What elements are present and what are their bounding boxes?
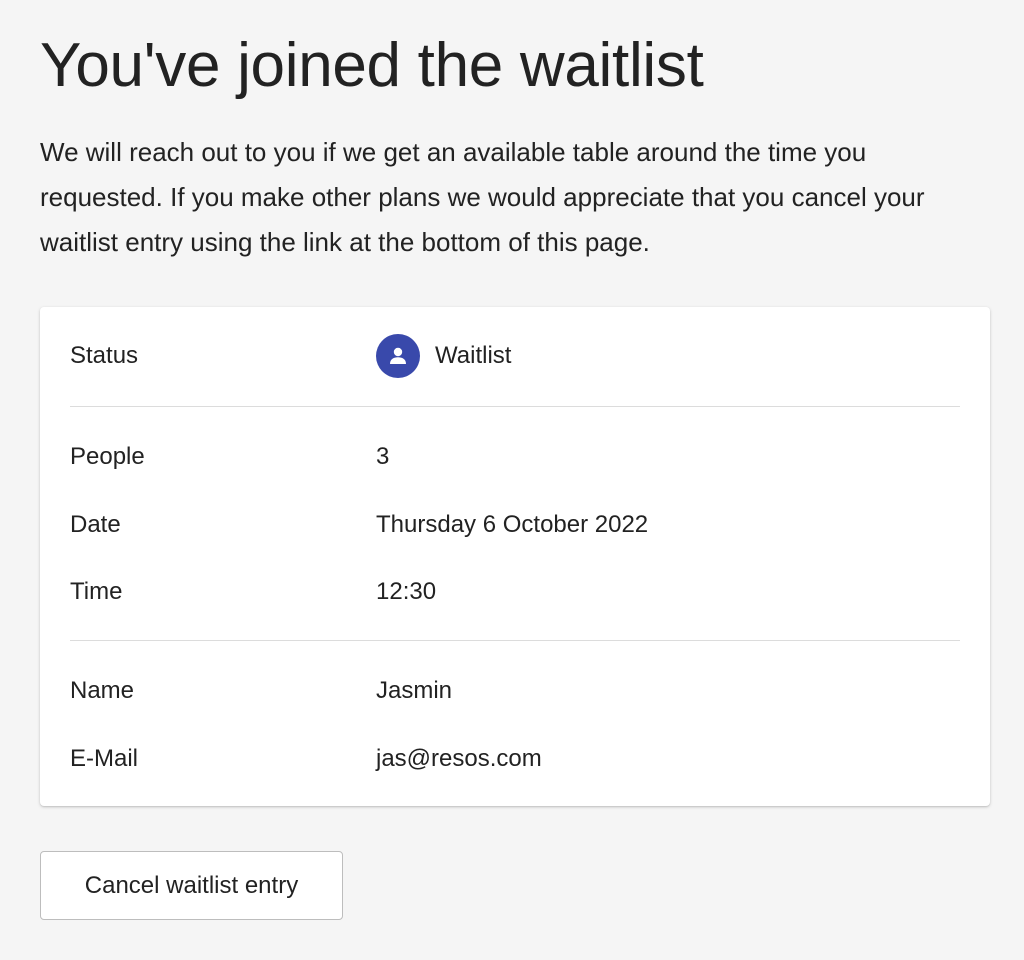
people-value: 3	[376, 443, 390, 470]
people-label: People	[70, 443, 145, 470]
time-value: 12:30	[376, 578, 437, 605]
status-row: Status Waitlist	[70, 334, 960, 378]
email-label: E-Mail	[70, 745, 139, 772]
people-row: People 3	[70, 437, 960, 477]
booking-details-card: Status Waitlist People 3 Date Thursday 6…	[40, 307, 990, 806]
name-label: Name	[70, 677, 135, 704]
name-value: Jasmin	[376, 677, 453, 704]
time-label: Time	[70, 578, 123, 605]
date-row: Date Thursday 6 October 2022	[70, 505, 960, 545]
cancel-waitlist-button[interactable]: Cancel waitlist entry	[40, 851, 343, 920]
time-row: Time 12:30	[70, 572, 960, 612]
date-value: Thursday 6 October 2022	[376, 511, 649, 538]
divider	[70, 406, 960, 407]
status-value: Waitlist	[376, 334, 511, 378]
status-text: Waitlist	[435, 342, 512, 369]
date-label: Date	[70, 511, 121, 538]
name-row: Name Jasmin	[70, 671, 960, 711]
status-label: Status	[70, 342, 139, 369]
intro-text: We will reach out to you if we get an av…	[40, 137, 925, 257]
email-value: jas@resos.com	[376, 745, 542, 772]
page-title: You've joined the waitlist	[40, 31, 704, 100]
person-icon	[376, 334, 420, 378]
email-row: E-Mail jas@resos.com	[70, 739, 960, 779]
divider	[70, 640, 960, 641]
